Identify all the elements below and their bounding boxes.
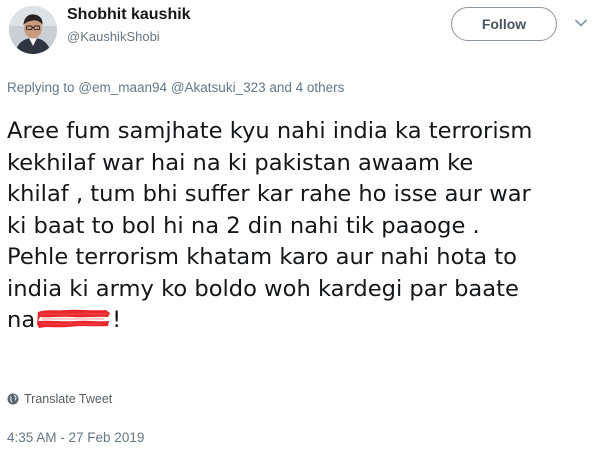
mention-link[interactable]: @em_maan94 [78, 80, 167, 95]
tweet-line: Pehle terrorism khatam karo aur nahi hot… [7, 244, 517, 270]
tweet-line: ki baat to bol hi na 2 din nahi tik paao… [7, 212, 480, 239]
reply-others-link[interactable]: and 4 others [269, 80, 344, 95]
avatar-photo [9, 6, 57, 54]
tweet-card: Shobhit kaushik @KaushikShobi Follow Rep… [0, 0, 600, 450]
mention-link[interactable]: @Akatsuki_323 [171, 80, 266, 95]
tweet-line-fragment: na [7, 307, 36, 333]
replying-to: Replying to @em_maan94 @Akatsuki_323 and… [7, 80, 344, 95]
follow-button[interactable]: Follow [451, 7, 557, 41]
tweet-line: india ki army ko boldo woh kardegi par b… [7, 275, 519, 302]
avatar[interactable] [9, 6, 57, 54]
tweet-line-last: na ! [7, 305, 597, 337]
tweet-line: khilaf , tum bhi suffer kar rahe ho isse… [7, 181, 531, 207]
globe-icon [7, 393, 19, 405]
translate-label: Translate Tweet [24, 392, 113, 406]
tweet-text: Aree fum samjhate kyu nahi india ka terr… [7, 116, 597, 337]
tweet-line: Aree fum samjhate kyu nahi india ka terr… [7, 118, 533, 144]
user-handle[interactable]: @KaushikShobi [67, 29, 160, 44]
translate-tweet-link[interactable]: Translate Tweet [7, 392, 112, 406]
display-name[interactable]: Shobhit kaushik [67, 6, 191, 24]
tweet-line-tail: ! [112, 307, 122, 333]
tweet-line: kekhilaf war hai na ki pakistan awaam ke [7, 149, 474, 176]
tweet-timestamp[interactable]: 4:35 AM - 27 Feb 2019 [7, 430, 144, 445]
chevron-down-icon[interactable] [575, 19, 587, 27]
redaction-scribble [37, 309, 111, 328]
reply-prefix: Replying to [7, 80, 75, 95]
